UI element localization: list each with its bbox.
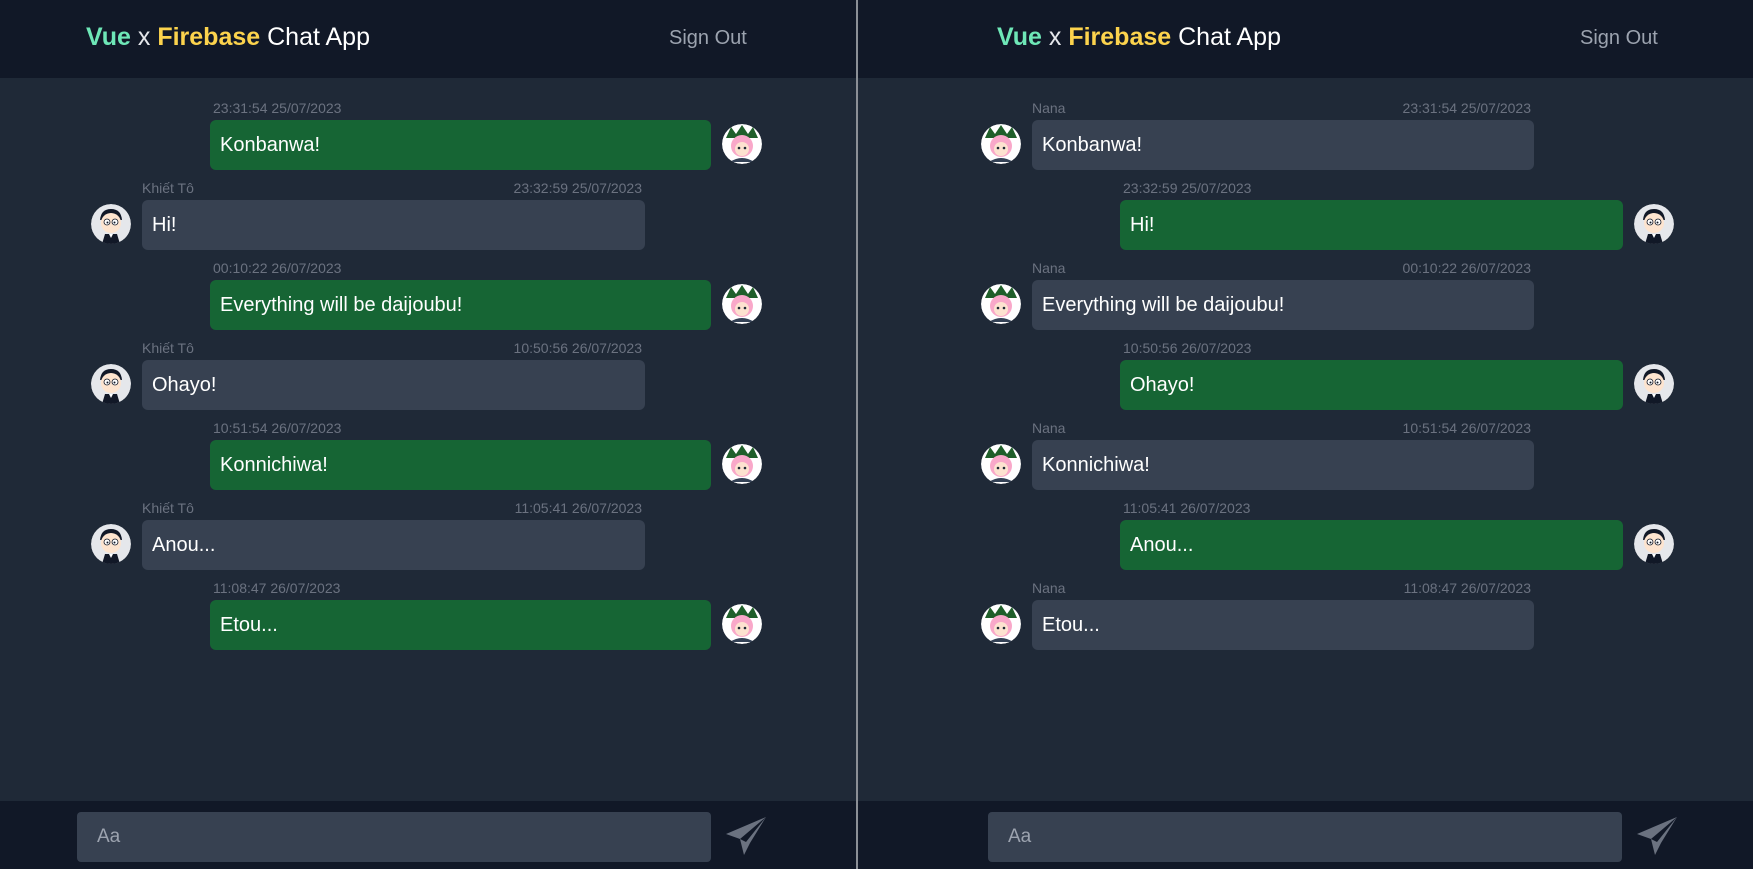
avatar [1634,204,1674,244]
message-list: 23:31:54 25/07/2023 Konbanwa! Khiết Tô 23:3… [0,78,856,801]
avatar [981,284,1021,324]
message-timestamp: 23:32:59 25/07/2023 [1123,180,1252,196]
brand-firebase: Firebase [157,23,261,51]
chat-pane-right: Vue x Firebase Chat App Sign Out Nana 23:… [858,0,1753,869]
message-bubble: Everything will be daijoubu! [1032,280,1534,330]
message-timestamp: 23:32:59 25/07/2023 [513,180,642,196]
message-timestamp: 11:08:47 26/07/2023 [213,580,341,596]
message-item: 11:08:47 26/07/2023 Etou... [0,580,856,652]
composer [858,801,1753,869]
message-bubble: Konnichiwa! [210,440,711,490]
message-bubble: Everything will be daijoubu! [210,280,711,330]
message-timestamp: 11:05:41 26/07/2023 [1123,500,1251,516]
app-title: Vue x Firebase Chat App [997,23,1281,52]
message-input[interactable] [77,812,711,862]
message-bubble: Konbanwa! [210,120,711,170]
message-bubble: Konbanwa! [1032,120,1534,170]
avatar [722,444,762,484]
avatar [91,524,131,564]
message-item: Nana 10:51:54 26/07/2023 Konnichiwa! [858,420,1753,492]
brand-rest: Chat App [1178,23,1281,51]
message-item: 11:05:41 26/07/2023 Anou... [858,500,1753,572]
message-bubble: Anou... [142,520,645,570]
message-timestamp: 10:51:54 26/07/2023 [1402,420,1531,436]
avatar [1634,524,1674,564]
brand-vue: Vue [86,23,131,51]
message-timestamp: 23:31:54 25/07/2023 [213,100,342,116]
message-item: 10:51:54 26/07/2023 Konnichiwa! [0,420,856,492]
sender-name: Khiết Tô [142,180,194,196]
message-bubble: Ohayo! [142,360,645,410]
brand-rest: Chat App [267,23,370,51]
sender-name: Nana [1032,260,1066,276]
message-bubble: Anou... [1120,520,1623,570]
sender-name: Khiết Tô [142,500,194,516]
brand-firebase: Firebase [1068,23,1172,51]
message-item: Nana 23:31:54 25/07/2023 Konbanwa! [858,100,1753,172]
message-timestamp: 00:10:22 26/07/2023 [213,260,342,276]
message-bubble: Hi! [142,200,645,250]
chat-pane-left: Vue x Firebase Chat App Sign Out 23:31:5… [0,0,856,869]
avatar [981,444,1021,484]
header: Vue x Firebase Chat App Sign Out [0,0,856,78]
sender-name: Khiết Tô [142,340,194,356]
paper-plane-icon [1637,817,1677,855]
message-item: 00:10:22 26/07/2023 Everything will be da… [0,260,856,332]
message-item: Khiết Tô 11:05:41 26/07/2023 Anou... [0,500,856,572]
send-button[interactable] [1635,815,1679,859]
header: Vue x Firebase Chat App Sign Out [858,0,1753,78]
paper-plane-icon [726,817,766,855]
message-bubble: Ohayo! [1120,360,1623,410]
avatar [91,204,131,244]
brand-x: x [1048,23,1062,51]
sender-name: Nana [1032,420,1066,436]
message-item: Khiết Tô 23:32:59 25/07/2023 Hi! [0,180,856,252]
send-button[interactable] [724,815,768,859]
message-bubble: Konnichiwa! [1032,440,1534,490]
message-timestamp: 11:08:47 26/07/2023 [1403,580,1531,596]
message-item: 23:31:54 25/07/2023 Konbanwa! [0,100,856,172]
message-timestamp: 10:51:54 26/07/2023 [213,420,342,436]
sign-out-button[interactable]: Sign Out [1580,27,1658,50]
message-bubble: Etou... [1032,600,1534,650]
sender-name: Nana [1032,580,1066,596]
message-timestamp: 10:50:56 26/07/2023 [1123,340,1252,356]
message-item: 23:32:59 25/07/2023 Hi! [858,180,1753,252]
message-input[interactable] [988,812,1622,862]
avatar [1634,364,1674,404]
message-item: Khiết Tô 10:50:56 26/07/2023 Ohayo! [0,340,856,412]
message-item: Nana 11:08:47 26/07/2023 Etou... [858,580,1753,652]
message-item: 10:50:56 26/07/2023 Ohayo! [858,340,1753,412]
brand-x: x [137,23,151,51]
sign-out-button[interactable]: Sign Out [669,27,747,50]
avatar [722,124,762,164]
avatar [91,364,131,404]
message-timestamp: 00:10:22 26/07/2023 [1402,260,1531,276]
message-timestamp: 10:50:56 26/07/2023 [513,340,642,356]
avatar [981,124,1021,164]
message-bubble: Hi! [1120,200,1623,250]
app-title: Vue x Firebase Chat App [86,23,370,52]
avatar [722,284,762,324]
message-timestamp: 23:31:54 25/07/2023 [1402,100,1531,116]
message-bubble: Etou... [210,600,711,650]
avatar [981,604,1021,644]
message-item: Nana 00:10:22 26/07/2023 Everything will b… [858,260,1753,332]
app-root: Vue x Firebase Chat App Sign Out 23:31:5… [0,0,1753,869]
sender-name: Nana [1032,100,1066,116]
brand-vue: Vue [997,23,1042,51]
avatar [722,604,762,644]
message-list: Nana 23:31:54 25/07/2023 Konbanwa! 23:32:59… [858,78,1753,801]
message-timestamp: 11:05:41 26/07/2023 [514,500,642,516]
composer [0,801,856,869]
